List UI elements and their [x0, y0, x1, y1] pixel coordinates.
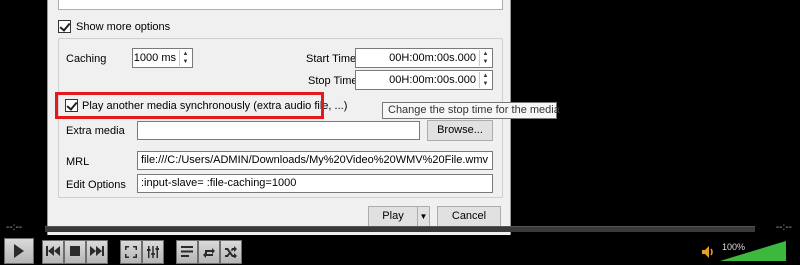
caching-stepper-icon[interactable]: ▲ ▼ — [179, 50, 191, 66]
start-time-value: 00H:00m:00s.000 — [389, 52, 476, 64]
mrl-input[interactable]: file:///C:/Users/ADMIN/Downloads/My%20Vi… — [137, 151, 493, 170]
play-button[interactable]: Play — [368, 206, 418, 227]
caching-value: 1000 ms — [133, 52, 176, 64]
start-time-spinbox[interactable]: 00H:00m:00s.000 ▲ ▼ — [355, 48, 493, 68]
loop-icon[interactable] — [198, 240, 220, 264]
caching-label: Caching — [66, 53, 107, 65]
stop-time-value: 00H:00m:00s.000 — [389, 74, 476, 86]
cancel-button[interactable]: Cancel — [437, 206, 501, 227]
stop-time-stepper-icon[interactable]: ▲ ▼ — [479, 72, 491, 88]
extra-media-label: Extra media — [66, 125, 125, 137]
seek-bar[interactable] — [45, 226, 755, 232]
mrl-label: MRL — [66, 156, 90, 168]
fullscreen-icon[interactable] — [120, 240, 142, 264]
play-dropdown-chevron-down-icon[interactable]: ▼ — [417, 206, 430, 227]
stop-time-spinbox[interactable]: 00H:00m:00s.000 ▲ ▼ — [355, 70, 493, 90]
browse-button[interactable]: Browse... — [427, 120, 493, 141]
stop-time-label: Stop Time — [308, 75, 358, 87]
start-time-label: Start Time — [306, 53, 357, 65]
extra-media-input[interactable] — [137, 121, 420, 140]
next-icon[interactable] — [86, 240, 108, 264]
remaining-time: --:-- — [775, 222, 792, 233]
elapsed-time: --:-- — [6, 222, 23, 233]
speaker-icon[interactable] — [702, 246, 716, 261]
playlist-icon[interactable] — [176, 240, 198, 264]
highlight-box — [55, 92, 324, 119]
start-time-stepper-icon[interactable]: ▲ ▼ — [479, 50, 491, 66]
show-more-options-checkbox[interactable] — [58, 20, 71, 33]
tooltip: Change the stop time for the media — [382, 102, 560, 119]
previous-icon[interactable] — [42, 240, 64, 264]
file-list-box[interactable] — [58, 0, 503, 10]
edit-options-input[interactable]: :input-slave= :file-caching=1000 — [137, 174, 493, 193]
volume-percent: 100% — [722, 242, 746, 252]
volume-slider[interactable]: 100% — [720, 241, 786, 261]
show-more-options-label: Show more options — [76, 21, 171, 33]
player-controls: 100% — [0, 235, 800, 265]
play-icon[interactable] — [4, 238, 34, 264]
stop-icon[interactable] — [64, 240, 86, 264]
extended-settings-icon[interactable] — [142, 240, 164, 264]
edit-options-label: Edit Options — [66, 179, 126, 191]
caching-spinbox[interactable]: 1000 ms ▲ ▼ — [132, 48, 193, 68]
shuffle-icon[interactable] — [220, 240, 242, 264]
